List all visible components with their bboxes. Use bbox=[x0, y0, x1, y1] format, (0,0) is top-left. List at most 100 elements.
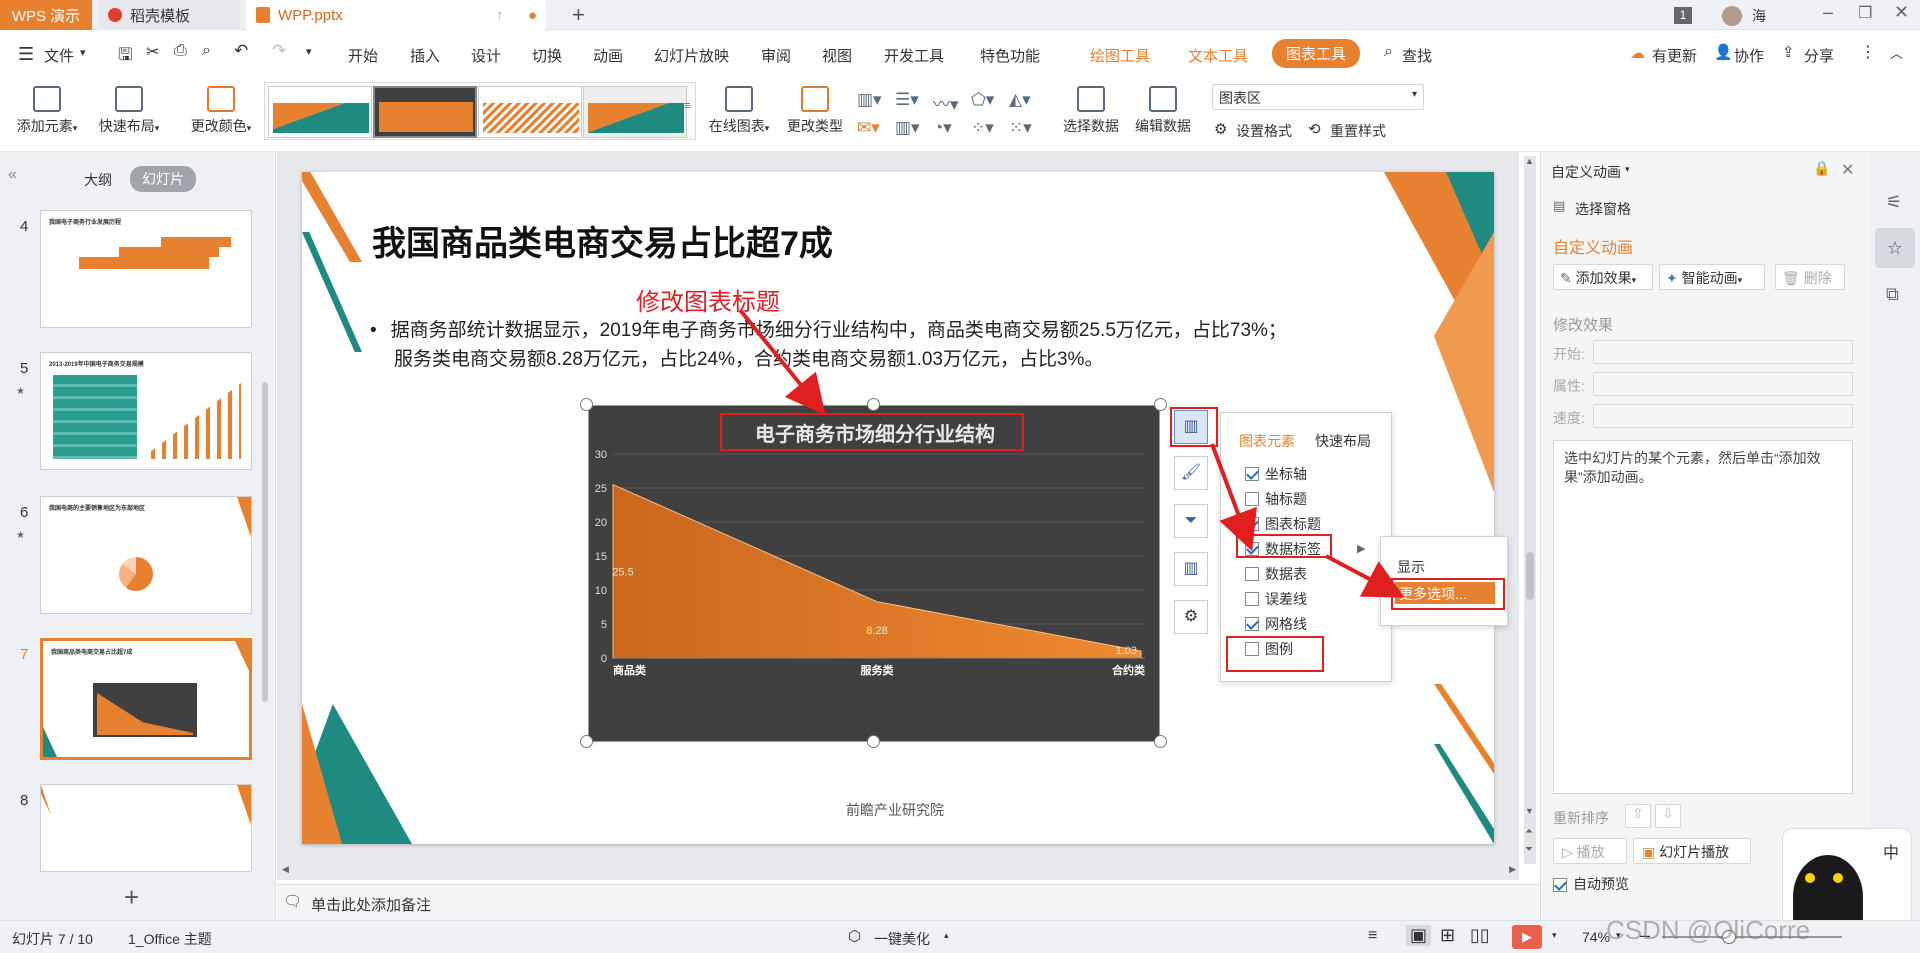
file-menu[interactable]: 文件 bbox=[44, 45, 74, 66]
outline-tab[interactable]: 大纲 bbox=[84, 170, 112, 190]
menu-drawing-tools[interactable]: 绘图工具 bbox=[1090, 45, 1150, 66]
menu-view[interactable]: 视图 bbox=[822, 45, 852, 66]
file-tab[interactable]: WPP.pptx ↑ ● bbox=[246, 0, 546, 30]
auto-preview-row[interactable]: 自动预览 bbox=[1553, 874, 1629, 894]
print-preview-icon[interactable]: ⌕ bbox=[202, 42, 211, 60]
transition-icon[interactable]: ⧉ bbox=[1886, 284, 1899, 305]
reset-style-icon[interactable]: ⟲ bbox=[1308, 120, 1321, 138]
edit-data-button[interactable]: 编辑数据 bbox=[1130, 86, 1196, 136]
update-label[interactable]: 有更新 bbox=[1652, 45, 1697, 66]
beautify-icon[interactable]: ⬡ bbox=[848, 927, 861, 945]
scroll-up-icon[interactable]: ▲ bbox=[1525, 156, 1534, 166]
scroll-down-icon[interactable]: ▼ bbox=[1525, 806, 1534, 816]
print-icon[interactable]: ⎙ bbox=[174, 42, 187, 60]
chart-style-brush-button[interactable]: 🖌 bbox=[1174, 456, 1208, 490]
chart-filter-button[interactable]: ⏷ bbox=[1174, 504, 1208, 538]
slideshow-button[interactable]: ▣ 幻灯片播放 bbox=[1633, 838, 1751, 864]
reading-view-icon[interactable]: ▯▯ bbox=[1470, 925, 1490, 946]
chart-settings-button[interactable]: ⚙ bbox=[1174, 600, 1208, 634]
thumbnail-scrollbar[interactable] bbox=[262, 382, 268, 702]
submenu-show[interactable]: 显示 bbox=[1397, 557, 1425, 577]
reset-style-button[interactable]: 重置样式 bbox=[1330, 121, 1386, 141]
chart-online-button[interactable]: ▥ bbox=[1174, 552, 1208, 586]
stock-chart-icon[interactable]: ▥▾ bbox=[895, 118, 920, 138]
lock-icon[interactable]: 🔒 bbox=[1813, 160, 1830, 177]
chevron-down-icon[interactable]: ▾ bbox=[1625, 164, 1630, 175]
checkbox[interactable] bbox=[1245, 491, 1259, 506]
selection-handle[interactable] bbox=[580, 398, 593, 411]
smart-animation-button[interactable]: ✦ 智能动画▾ bbox=[1659, 264, 1765, 290]
select-pane-link[interactable]: 选择窗格 bbox=[1575, 199, 1631, 219]
beautify-button[interactable]: 一键美化 bbox=[874, 929, 930, 949]
combo-chart-icon[interactable]: ✉▾ bbox=[857, 118, 880, 138]
redo-icon[interactable]: ↷ bbox=[272, 41, 286, 61]
ime-icon[interactable]: 中 bbox=[1883, 839, 1899, 863]
select-pane-icon[interactable]: ▤ bbox=[1553, 198, 1565, 214]
slides-tab[interactable]: 幻灯片 bbox=[130, 166, 196, 192]
more-icon[interactable]: ⋮ bbox=[1860, 42, 1876, 62]
property-select[interactable] bbox=[1593, 372, 1853, 396]
selection-handle[interactable] bbox=[580, 735, 593, 748]
selection-handle[interactable] bbox=[1154, 735, 1167, 748]
slide-thumbnail-6[interactable]: 我国电商的主要销售地区为东部地区 bbox=[40, 496, 252, 614]
slide-thumbnail-8[interactable] bbox=[40, 784, 252, 872]
add-effect-button[interactable]: ✎ 添加效果▾ bbox=[1553, 264, 1653, 290]
upload-icon[interactable]: ↑ bbox=[496, 7, 504, 24]
chevron-down-icon[interactable]: ▾ bbox=[80, 46, 86, 59]
change-color-button[interactable]: 更改颜色▾ bbox=[184, 86, 258, 136]
menu-text-tools[interactable]: 文本工具 bbox=[1188, 45, 1248, 66]
start-select[interactable] bbox=[1593, 340, 1853, 364]
add-slide-icon[interactable]: + bbox=[124, 882, 139, 913]
scatter-chart-icon[interactable]: ⁘▾ bbox=[971, 118, 994, 138]
element-axis[interactable]: 坐标轴 bbox=[1245, 461, 1385, 486]
chart-style-3[interactable] bbox=[478, 86, 582, 138]
customize-icon[interactable]: ▾ bbox=[306, 45, 312, 58]
set-format-button[interactable]: 设置格式 bbox=[1236, 121, 1292, 141]
checkbox[interactable] bbox=[1245, 591, 1259, 606]
format-painter-icon[interactable]: ✂ bbox=[146, 42, 159, 62]
selection-handle[interactable] bbox=[1154, 398, 1167, 411]
column-chart-icon[interactable]: ▥▾ bbox=[857, 90, 882, 110]
gallery-more-icon[interactable]: ≡ bbox=[684, 100, 690, 112]
canvas-scroll-thumb[interactable] bbox=[1526, 552, 1534, 600]
selection-handle[interactable] bbox=[867, 735, 880, 748]
radar-chart-icon[interactable]: ⬠▾ bbox=[971, 90, 994, 110]
tab-quick-layout[interactable]: 快速布局 bbox=[1315, 431, 1371, 451]
slide-thumbnail-5[interactable]: 2013-2019年中国电子商务交易规模 bbox=[40, 352, 252, 470]
delete-button[interactable]: 🗑 删除 bbox=[1775, 264, 1845, 290]
select-data-button[interactable]: 选择数据 bbox=[1058, 86, 1124, 136]
menu-review[interactable]: 审阅 bbox=[761, 45, 791, 66]
properties-icon[interactable]: ⚟ bbox=[1886, 192, 1902, 213]
animation-list[interactable]: 选中幻灯片的某个元素，然后单击“添加效果”添加动画。 bbox=[1553, 440, 1853, 794]
element-axis-title[interactable]: 轴标题 bbox=[1245, 486, 1385, 511]
bar-chart-icon[interactable]: ☰▾ bbox=[895, 90, 919, 110]
save-icon[interactable]: 🖫 bbox=[118, 42, 132, 71]
area-chart-icon[interactable]: ◭▾ bbox=[1009, 90, 1031, 110]
search-icon[interactable]: ⌕ bbox=[1384, 43, 1393, 61]
next-slide-icon[interactable]: ⏷ bbox=[1525, 844, 1533, 855]
cloud-icon[interactable]: ☁ bbox=[1630, 44, 1645, 62]
chart-area-select[interactable]: 图表区 ▾ bbox=[1212, 84, 1424, 110]
slide-thumbnail-7[interactable]: 我国商品类电商交易占比超7成 bbox=[40, 638, 252, 760]
collab-label[interactable]: 协作 bbox=[1734, 45, 1764, 66]
undo-icon[interactable]: ↶ bbox=[234, 41, 248, 61]
template-tab[interactable]: 稻壳模板 bbox=[98, 0, 240, 30]
chart-object[interactable]: 0 5 10 15 20 25 30 商品类 服务类 合约类 25.5 8.28 1.03 电子商务市场… bbox=[588, 405, 1160, 742]
canvas-scrollbar[interactable]: ▲ ▼ ⏶ ⏷ bbox=[1524, 156, 1536, 864]
scroll-right-icon[interactable]: ▶ bbox=[1509, 864, 1516, 875]
chevron-right-icon[interactable]: ▶ bbox=[1357, 542, 1365, 555]
menu-start[interactable]: 开始 bbox=[348, 45, 378, 66]
selection-handle[interactable] bbox=[867, 398, 880, 411]
notes-toggle-icon[interactable]: ≡ bbox=[1368, 927, 1377, 945]
collapse-ribbon-icon[interactable]: ︿ bbox=[1890, 43, 1903, 62]
hamburger-icon[interactable]: ☰ bbox=[18, 44, 34, 65]
chart-style-1[interactable] bbox=[268, 86, 372, 138]
horizontal-scrollbar[interactable]: ◀ ▶ bbox=[282, 864, 1516, 878]
collapse-panel-icon[interactable]: « bbox=[8, 166, 17, 184]
move-down-button[interactable]: ⇩ bbox=[1655, 804, 1681, 828]
chart-style-2[interactable] bbox=[373, 86, 477, 138]
slide-thumbnail-4[interactable]: 我国电子商务行业发展历程 bbox=[40, 210, 252, 328]
app-tab[interactable]: WPS 演示 bbox=[0, 0, 92, 30]
menu-features[interactable]: 特色功能 bbox=[980, 45, 1040, 66]
share-icon[interactable]: ⇪ bbox=[1782, 43, 1795, 61]
